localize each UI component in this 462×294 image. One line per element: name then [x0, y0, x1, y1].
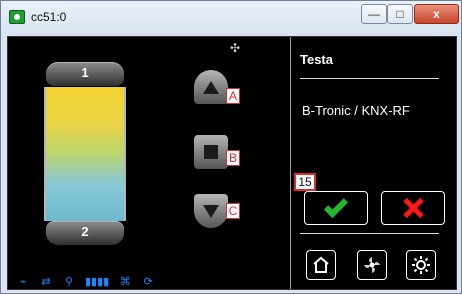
blind-top-cap: 1 [46, 62, 124, 86]
maximize-button[interactable]: □ [387, 4, 413, 24]
application-window: cc51:0 — □ x ✣ 1 2 A B C Testa B-Tronic … [0, 0, 462, 294]
cancel-button[interactable] [381, 191, 445, 225]
device-name: Testa [300, 52, 333, 67]
window-title: cc51:0 [31, 10, 67, 24]
panel-divider [290, 37, 291, 289]
app-icon [9, 10, 25, 24]
up-badge: A [226, 88, 240, 104]
stop-badge: B [226, 150, 240, 166]
confirm-button[interactable] [304, 191, 368, 225]
settings-button[interactable] [406, 250, 436, 280]
down-badge: C [226, 203, 240, 219]
status-icon-2: ⇄ [41, 275, 51, 288]
up-arrow-icon [203, 80, 219, 94]
stop-icon [204, 145, 218, 159]
close-button[interactable]: x [414, 4, 459, 24]
header-separator [300, 78, 439, 79]
gear-icon [412, 256, 430, 274]
title-bar: cc51:0 — □ x [1, 1, 461, 35]
status-icon-1: ⌁ [19, 275, 27, 288]
home-button[interactable] [306, 250, 336, 280]
ok-badge: 15 [294, 173, 316, 191]
device-type: B-Tronic / KNX-RF [302, 103, 410, 118]
check-icon [323, 193, 349, 219]
home-icon [313, 256, 329, 273]
move-down-button[interactable] [194, 194, 228, 228]
move-icon: ✣ [229, 41, 241, 55]
move-up-button[interactable] [194, 70, 228, 104]
main-content: ✣ 1 2 A B C Testa B-Tronic / KNX-RF 15 ⌁… [7, 36, 457, 290]
status-bar: ⌁ ⇄ ⚲ ▮▮▮▮ ⌘ ⟳ [16, 273, 155, 289]
refresh-icon: ⟳ [143, 275, 153, 288]
minimize-button[interactable]: — [361, 4, 387, 24]
blind-bottom-cap: 2 [46, 221, 124, 245]
close-icon [403, 198, 423, 218]
stop-button[interactable] [194, 135, 228, 169]
fan-button[interactable] [357, 250, 387, 280]
blind-visual [44, 87, 126, 221]
network-icon: ⌘ [119, 275, 131, 288]
signal-icon: ▮▮▮▮ [85, 275, 110, 288]
footer-separator [300, 233, 439, 234]
fan-icon [364, 257, 380, 273]
status-icon-3: ⚲ [64, 275, 74, 288]
down-arrow-icon [203, 204, 219, 218]
